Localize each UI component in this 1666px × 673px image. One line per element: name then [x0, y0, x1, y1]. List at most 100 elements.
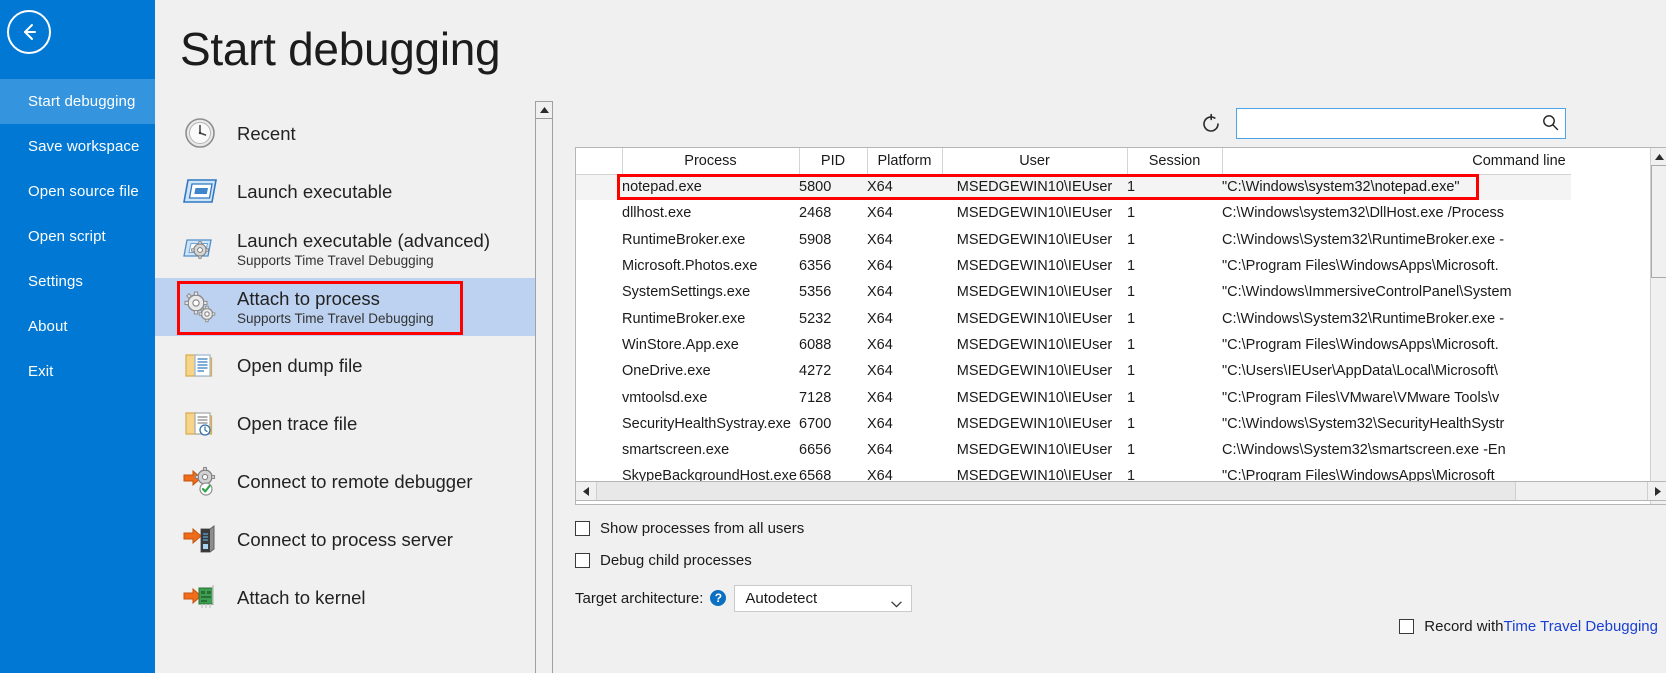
- target-architecture-select[interactable]: Autodetect: [734, 584, 913, 612]
- scroll-left-arrow-icon[interactable]: [576, 482, 596, 500]
- cell-pid: 2468: [799, 205, 832, 222]
- table-row[interactable]: dllhost.exe 2468 X64 MSEDGEWIN10\IEUser …: [576, 200, 1571, 227]
- grid-horizontal-scroll-track[interactable]: [1516, 482, 1647, 500]
- cell-process: WinStore.App.exe: [622, 336, 739, 353]
- cell-command-line: "C:\Program Files\WindowsApps\Microsoft.: [1222, 258, 1499, 275]
- nav-item-settings[interactable]: Settings: [0, 259, 155, 304]
- nav-item-about[interactable]: About: [0, 304, 155, 349]
- cell-platform: X64: [867, 415, 893, 432]
- command-open-dump-file[interactable]: Open dump file: [155, 336, 535, 394]
- grid-horizontal-scrollbar[interactable]: [575, 481, 1666, 501]
- record-ttd-row[interactable]: Record with Time Travel Debugging: [1399, 618, 1658, 635]
- show-all-users-label[interactable]: Show processes from all users: [600, 520, 804, 537]
- table-row[interactable]: RuntimeBroker.exe 5908 X64 MSEDGEWIN10\I…: [576, 226, 1571, 253]
- cell-user: MSEDGEWIN10\IEUser: [956, 389, 1113, 406]
- cell-platform: X64: [867, 258, 893, 275]
- search-box[interactable]: [1236, 108, 1566, 139]
- row-select-cell[interactable]: [576, 331, 622, 359]
- scroll-right-arrow-icon[interactable]: [1647, 482, 1666, 500]
- header-row: Process PID Platform User Session Comman…: [576, 148, 1571, 175]
- show-all-users-checkbox[interactable]: [575, 520, 590, 536]
- cell-process: Microsoft.Photos.exe: [622, 258, 758, 275]
- debug-child-processes-label[interactable]: Debug child processes: [600, 552, 752, 569]
- cell-user: MSEDGEWIN10\IEUser: [956, 205, 1113, 222]
- cell-pid: 6700: [799, 415, 832, 432]
- cell-platform: X64: [867, 310, 893, 327]
- nav-item-start-debugging[interactable]: Start debugging: [0, 79, 155, 124]
- column-header-process[interactable]: Process: [622, 148, 800, 175]
- scroll-up-arrow-icon[interactable]: [536, 102, 552, 119]
- command-label: Connect to process server: [237, 528, 453, 550]
- row-select-cell[interactable]: [576, 436, 622, 464]
- command-launch-executable-advanced[interactable]: Launch executable (advanced) Supports Ti…: [155, 220, 535, 278]
- scroll-up-arrow-icon[interactable]: [1651, 148, 1666, 165]
- grid-vertical-scroll-thumb[interactable]: [1651, 165, 1666, 278]
- panel-scrollbar[interactable]: [535, 101, 553, 673]
- table-row[interactable]: SystemSettings.exe 5356 X64 MSEDGEWIN10\…: [576, 279, 1571, 306]
- debug-child-processes-row[interactable]: Debug child processes: [575, 544, 912, 576]
- table-row[interactable]: WinStore.App.exe 6088 X64 MSEDGEWIN10\IE…: [576, 331, 1571, 359]
- cell-session: 1: [1127, 205, 1136, 222]
- command-open-trace-file[interactable]: Open trace file: [155, 394, 535, 452]
- record-ttd-checkbox[interactable]: [1399, 619, 1415, 634]
- nav-item-open-source-file[interactable]: Open source file: [0, 169, 155, 214]
- command-label: Connect to remote debugger: [237, 470, 473, 492]
- table-row[interactable]: vmtoolsd.exe 7128 X64 MSEDGEWIN10\IEUser…: [576, 384, 1571, 411]
- refresh-button[interactable]: [1196, 109, 1226, 139]
- cell-process: dllhost.exe: [622, 205, 692, 222]
- command-text: Attach to process Supports Time Travel D…: [237, 287, 434, 327]
- table-row[interactable]: notepad.exe 5800 X64 MSEDGEWIN10\IEUser …: [576, 174, 1571, 201]
- column-header-platform[interactable]: Platform: [867, 148, 943, 175]
- cell-command-line: "C:\Program Files\WindowsApps\Microsoft.: [1222, 336, 1499, 353]
- command-text: Attach to kernel: [237, 586, 366, 609]
- help-icon[interactable]: ?: [710, 590, 727, 606]
- column-header-rowselect[interactable]: [576, 148, 623, 175]
- cell-session: 1: [1127, 284, 1136, 301]
- table-row[interactable]: RuntimeBroker.exe 5232 X64 MSEDGEWIN10\I…: [576, 305, 1571, 332]
- row-select-cell[interactable]: [576, 226, 622, 253]
- command-connect-remote-debugger[interactable]: Connect to remote debugger: [155, 452, 535, 510]
- command-attach-to-process[interactable]: Attach to process Supports Time Travel D…: [155, 278, 535, 336]
- column-header-session[interactable]: Session: [1127, 148, 1223, 175]
- table-row[interactable]: smartscreen.exe 6656 X64 MSEDGEWIN10\IEU…: [576, 436, 1571, 464]
- command-launch-executable[interactable]: Launch executable: [155, 162, 535, 220]
- row-select-cell[interactable]: [576, 252, 622, 280]
- row-select-cell[interactable]: [576, 410, 622, 437]
- back-button[interactable]: [7, 10, 51, 54]
- time-travel-debugging-link[interactable]: Time Travel Debugging: [1503, 618, 1658, 635]
- search-input[interactable]: [1237, 110, 1565, 137]
- row-select-cell[interactable]: [576, 305, 622, 332]
- cell-user: MSEDGEWIN10\IEUser: [956, 415, 1113, 432]
- show-all-users-row[interactable]: Show processes from all users: [575, 512, 912, 544]
- row-select-cell[interactable]: [576, 200, 622, 227]
- command-connect-process-server[interactable]: Connect to process server: [155, 510, 535, 568]
- cell-platform: X64: [867, 336, 893, 353]
- command-attach-to-kernel[interactable]: Attach to kernel: [155, 568, 535, 626]
- debug-child-processes-checkbox[interactable]: [575, 552, 590, 568]
- search-icon[interactable]: [1542, 114, 1559, 136]
- nav-item-exit[interactable]: Exit: [0, 349, 155, 394]
- row-select-cell[interactable]: [576, 384, 622, 411]
- column-header-pid[interactable]: PID: [799, 148, 868, 175]
- command-label: Launch executable: [237, 180, 393, 202]
- table-row[interactable]: OneDrive.exe 4272 X64 MSEDGEWIN10\IEUser…: [576, 358, 1571, 385]
- grid-vertical-scrollbar[interactable]: [1650, 148, 1666, 504]
- row-select-cell[interactable]: [576, 358, 622, 385]
- table-row[interactable]: Microsoft.Photos.exe 6356 X64 MSEDGEWIN1…: [576, 252, 1571, 280]
- cell-command-line: C:\Windows\System32\RuntimeBroker.exe -: [1222, 310, 1505, 327]
- row-select-cell[interactable]: [576, 279, 622, 306]
- cell-command-line: C:\Windows\system32\DllHost.exe /Process: [1222, 205, 1505, 222]
- cell-user: MSEDGEWIN10\IEUser: [956, 284, 1113, 301]
- row-select-cell[interactable]: [576, 174, 622, 201]
- process-grid[interactable]: Process PID Platform User Session Comman…: [575, 147, 1666, 505]
- arrow-server-icon: [180, 519, 220, 559]
- nav-item-open-script[interactable]: Open script: [0, 214, 155, 259]
- column-header-user[interactable]: User: [942, 148, 1128, 175]
- grid-horizontal-scroll-thumb[interactable]: [596, 482, 1516, 500]
- command-sublabel: Supports Time Travel Debugging: [237, 253, 434, 268]
- command-recent[interactable]: Recent: [155, 104, 535, 162]
- column-header-command-line[interactable]: Command line: [1222, 148, 1571, 175]
- table-row[interactable]: SecurityHealthSystray.exe 6700 X64 MSEDG…: [576, 410, 1571, 437]
- nav-item-save-workspace[interactable]: Save workspace: [0, 124, 155, 169]
- cell-command-line: C:\Windows\System32\smartscreen.exe -En: [1222, 442, 1506, 459]
